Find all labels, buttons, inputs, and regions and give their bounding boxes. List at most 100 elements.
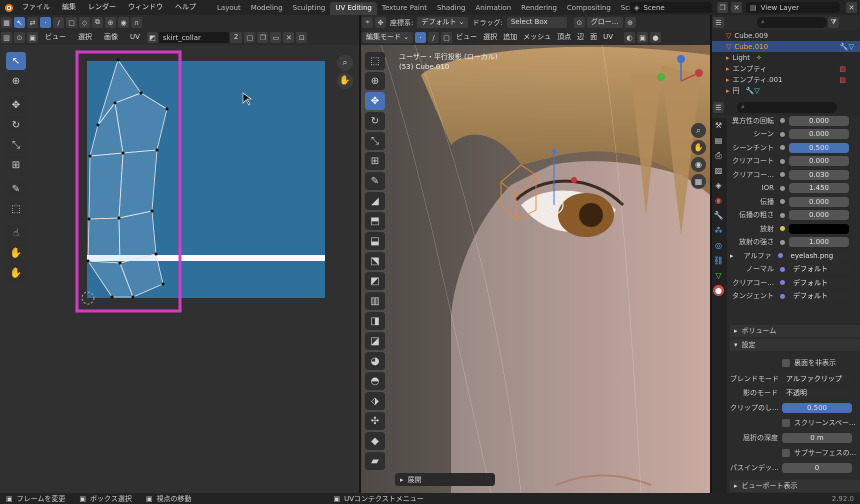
blender-logo-icon[interactable] — [0, 2, 16, 13]
transform-tool-icon[interactable]: ⊞ — [365, 152, 385, 170]
backface-checkbox[interactable] — [782, 359, 790, 367]
knife-tool-icon[interactable]: ◨ — [365, 312, 385, 330]
annotate-tool-icon[interactable]: ✎ — [365, 172, 385, 190]
last-operation-panel[interactable]: ▸ 展開 — [395, 473, 495, 486]
subsurface-row[interactable]: サブサーフェスの... — [782, 448, 856, 458]
modifier-tab-icon[interactable]: 🔧 — [713, 210, 724, 221]
outliner-row[interactable]: ▸ エンプティ ▨ — [712, 63, 860, 74]
new-scene-icon[interactable]: ❐ — [717, 2, 728, 13]
prop-value-field[interactable]: 1.450 — [789, 183, 849, 194]
uv-canvas[interactable] — [0, 15, 359, 493]
tab-shading[interactable]: Shading — [432, 2, 470, 15]
socket-icon[interactable] — [780, 212, 785, 218]
panel-volume[interactable]: ▸ ボリューム — [730, 325, 860, 337]
delete-view-layer-icon[interactable]: ✕ — [846, 2, 857, 13]
vertex-mode-icon[interactable]: · — [415, 32, 427, 43]
outliner-row[interactable]: ▸ 円 🔧▽ — [712, 85, 860, 96]
face-mode-icon[interactable]: ▢ — [441, 32, 453, 43]
tab-modeling[interactable]: Modeling — [246, 2, 288, 15]
viewport-menu-view[interactable]: ビュー — [453, 30, 480, 45]
tab-rendering[interactable]: Rendering — [516, 2, 562, 15]
bevel-tool-icon[interactable]: ◩ — [365, 272, 385, 290]
edge-slide-tool-icon[interactable]: ⬗ — [365, 392, 385, 410]
inset-tool-icon[interactable]: ⬔ — [365, 252, 385, 270]
pass-index-field[interactable]: 0 — [782, 463, 852, 473]
constraints-tab-icon[interactable]: ⛓ — [713, 255, 724, 266]
outliner-row-active[interactable]: ▽ Cube.010 🔧▽ — [712, 41, 860, 52]
viewport-menu-add[interactable]: 追加 — [500, 30, 520, 45]
subsurface-checkbox[interactable] — [782, 449, 790, 457]
socket-icon[interactable] — [780, 266, 785, 272]
camera-icon[interactable]: ◉ — [691, 157, 706, 172]
shadow-mode-dropdown[interactable]: 不透明 — [782, 388, 852, 398]
drag-dropdown[interactable]: Select Box — [506, 17, 567, 28]
menu-file[interactable]: ファイル — [16, 0, 56, 15]
socket-icon[interactable] — [780, 280, 785, 286]
panel-viewport-display[interactable]: ▸ ビューポート表示 — [730, 480, 860, 492]
tool-tab-icon[interactable]: ⚒ — [713, 120, 724, 131]
socket-icon[interactable] — [780, 145, 785, 151]
socket-icon[interactable] — [780, 199, 785, 205]
viewport-3d[interactable]: ⌖ ✥ 座標系: デフォルト ⌄ ドラッグ: Select Box ⊙ グロー.… — [361, 15, 710, 493]
mode-dropdown[interactable]: 編集モード ⌄ — [362, 32, 414, 43]
cursor-tool-icon[interactable]: ⊕ — [365, 72, 385, 90]
screen-space-checkbox[interactable] — [782, 419, 790, 427]
snap-icon[interactable]: ⊕ — [624, 17, 636, 28]
shading-icon[interactable]: ● — [650, 32, 662, 43]
outliner-row[interactable]: ▸ エンプティ.001 ▨ — [712, 74, 860, 85]
poly-build-tool-icon[interactable]: ◪ — [365, 332, 385, 350]
prop-value-field[interactable]: 1.000 — [789, 237, 849, 248]
clip-threshold-field[interactable]: 0.500 — [782, 403, 852, 413]
ortho-grid-icon[interactable]: ▦ — [691, 174, 706, 189]
socket-icon[interactable] — [780, 185, 785, 191]
physics-tab-icon[interactable]: ◎ — [713, 240, 724, 251]
scene-tab-icon[interactable]: ◈ — [713, 180, 724, 191]
tab-compositing[interactable]: Compositing — [562, 2, 616, 15]
material-tab-icon[interactable]: ● — [713, 285, 724, 296]
properties-type-icon[interactable]: ☰ — [713, 102, 724, 113]
prop-value-field[interactable]: デフォルト — [789, 277, 849, 288]
socket-icon[interactable] — [780, 172, 785, 178]
select-box-tool-icon[interactable]: ⬚ — [365, 52, 385, 70]
pan-hand-icon[interactable]: ✋ — [691, 140, 706, 155]
scene-selector[interactable]: ◈ Scene — [630, 2, 712, 13]
prop-value-field[interactable]: 0.030 — [789, 169, 849, 180]
socket-icon[interactable] — [780, 118, 785, 124]
prop-value-field[interactable]: デフォルト — [789, 291, 849, 302]
prop-value-field[interactable] — [789, 223, 849, 234]
socket-icon[interactable] — [780, 293, 785, 299]
orientation-dropdown[interactable]: デフォルト ⌄ — [417, 17, 469, 28]
prop-value-field[interactable]: 0.000 — [789, 210, 849, 221]
properties-search[interactable]: ⌕ — [737, 102, 837, 113]
visibility-icon[interactable]: ◐ — [624, 32, 636, 43]
socket-icon[interactable] — [777, 253, 783, 259]
editor-type-icon[interactable]: ⌖ — [362, 17, 373, 28]
pivot-dropdown[interactable]: グロー... — [586, 17, 623, 28]
socket-icon[interactable] — [780, 226, 785, 232]
navigation-gizmo[interactable] — [651, 51, 707, 111]
filter-icon[interactable]: ⧩ — [828, 17, 839, 28]
loop-cut-tool-icon[interactable]: ▥ — [365, 292, 385, 310]
viewport-menu-uv[interactable]: UV — [600, 30, 616, 45]
spin-tool-icon[interactable]: ◕ — [365, 352, 385, 370]
socket-icon[interactable] — [780, 131, 785, 137]
shrink-tool-icon[interactable]: ✣ — [365, 412, 385, 430]
zoom-icon[interactable]: ⌕ — [691, 123, 706, 138]
outliner-type-icon[interactable]: ☰ — [713, 17, 724, 28]
outliner-search[interactable]: ⌕ — [757, 17, 827, 28]
panel-settings[interactable]: ▾ 設定 — [730, 339, 860, 351]
expand-arrow-icon[interactable]: ▸ — [730, 252, 734, 260]
add-cube-tool-icon[interactable]: ⬒ — [365, 212, 385, 230]
delete-scene-icon[interactable]: ✕ — [731, 2, 742, 13]
world-tab-icon[interactable]: ◉ — [713, 195, 724, 206]
prop-value-field[interactable]: 0.000 — [789, 196, 849, 207]
rip-tool-icon[interactable]: ▰ — [365, 452, 385, 470]
transform-icon[interactable]: ✥ — [375, 17, 386, 28]
tab-sculpting[interactable]: Sculpting — [288, 2, 331, 15]
view-layer-tab-icon[interactable]: ▨ — [713, 165, 724, 176]
data-tab-icon[interactable]: ▽ — [713, 270, 724, 281]
menu-edit[interactable]: 編集 — [56, 0, 82, 15]
move-tool-icon[interactable]: ✥ — [365, 92, 385, 110]
xray-icon[interactable]: ▣ — [637, 32, 649, 43]
menu-help[interactable]: ヘルプ — [169, 0, 202, 15]
